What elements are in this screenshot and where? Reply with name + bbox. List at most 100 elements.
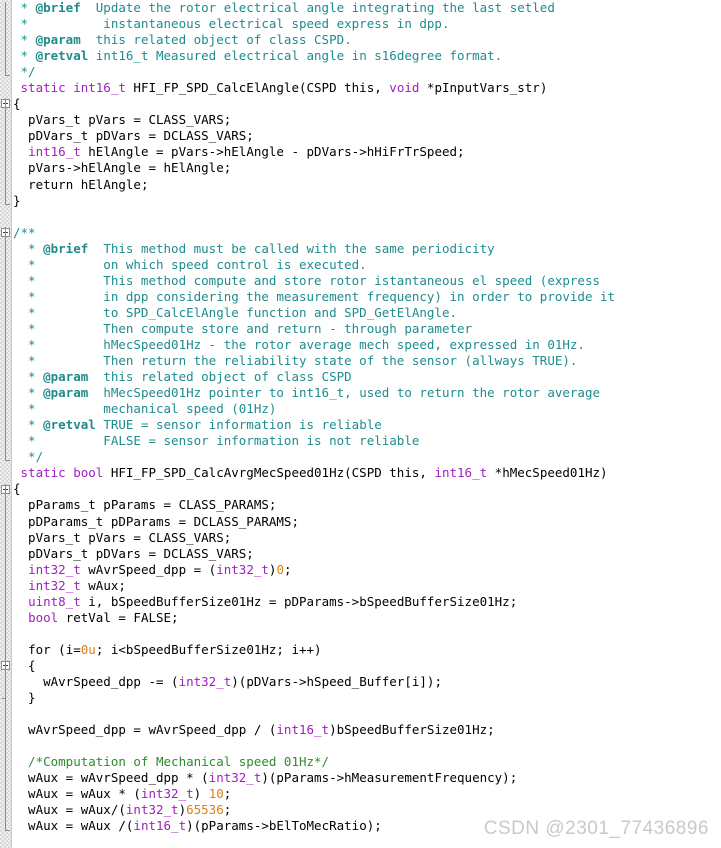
code-line[interactable]: pVars->hElAngle = hElAngle; [13, 160, 721, 176]
code-token: * instantaneous electrical speed express… [13, 16, 450, 32]
code-line[interactable]: wAux = wAux/(int32_t)65536; [13, 802, 721, 818]
code-token: 0 [276, 561, 284, 577]
code-line[interactable]: * Then return the reliability state of t… [13, 353, 721, 369]
code-line[interactable]: * @param this related object of class CS… [13, 369, 721, 385]
code-line[interactable]: wAux = wAvrSpeed_dpp * (int32_t)(pParams… [13, 770, 721, 786]
code-line[interactable]: int32_t wAvrSpeed_dpp = (int32_t)0; [13, 562, 721, 578]
code-line[interactable]: { [13, 658, 721, 674]
code-token: static int16_t [13, 80, 126, 96]
code-line[interactable]: * instantaneous electrical speed express… [13, 16, 721, 32]
code-line[interactable]: * @param hMecSpeed01Hz pointer to int16_… [13, 385, 721, 401]
code-line[interactable]: * mechanical speed (01Hz) [13, 401, 721, 417]
code-content[interactable]: * @brief Update the rotor electrical ang… [13, 0, 721, 834]
code-line[interactable]: wAvrSpeed_dpp = wAvrSpeed_dpp / (int16_t… [13, 722, 721, 738]
code-line[interactable]: * to SPD_CalcElAngle function and SPD_Ge… [13, 305, 721, 321]
code-line[interactable]: wAux = wAux * (int32_t) 10; [13, 786, 721, 802]
code-token: } [13, 192, 21, 208]
code-line[interactable]: * Then compute store and return - throug… [13, 321, 721, 337]
code-token: pDParams_t pDParams = DCLASS_PARAMS; [13, 513, 299, 529]
fold-region-cap [5, 75, 10, 77]
code-token: wAux; [80, 577, 126, 593]
code-token: * [13, 240, 44, 256]
fold-region-line [5, 226, 10, 462]
code-line[interactable]: pParams_t pParams = CLASS_PARAMS; [13, 497, 721, 513]
code-token: ; [283, 561, 292, 577]
code-line[interactable] [13, 706, 721, 722]
code-token: *pInputVars_str) [419, 80, 548, 96]
code-token: int16_t [276, 722, 330, 738]
code-line[interactable]: pDVars_t pDVars = DCLASS_VARS; [13, 546, 721, 562]
code-token: * mechanical speed (01Hz) [13, 401, 277, 417]
code-line[interactable]: /*Computation of Mechanical speed 01Hz*/ [13, 754, 721, 770]
code-line[interactable]: pVars_t pVars = CLASS_VARS; [13, 530, 721, 546]
code-token: pDVars_t pDVars = DCLASS_VARS; [13, 128, 254, 144]
code-line[interactable]: } [13, 690, 721, 706]
code-token: int32_t [28, 577, 81, 593]
code-token: i, bSpeedBufferSize01Hz = pDParams->bSpe… [80, 593, 518, 609]
code-token: hElAngle = pVars->hElAngle - pDVars->hHi… [80, 144, 465, 160]
code-line[interactable]: */ [13, 64, 721, 80]
code-line[interactable]: { [13, 96, 721, 112]
code-token: pVars_t pVars = CLASS_VARS; [13, 112, 232, 128]
code-token: { [13, 96, 21, 112]
code-token: return [28, 176, 74, 192]
code-token: * hMecSpeed01Hz - the rotor average mech… [13, 336, 585, 352]
code-line[interactable]: wAvrSpeed_dpp -= (int32_t)(pDVars->hSpee… [13, 674, 721, 690]
code-line[interactable]: pVars_t pVars = CLASS_VARS; [13, 112, 721, 128]
code-line[interactable]: for (i=0u; i<bSpeedBufferSize01Hz; i++) [13, 642, 721, 658]
fold-region-line [5, 98, 10, 205]
code-token: )(pDVars->hSpeed_Buffer[i]); [231, 673, 442, 689]
code-line[interactable]: * @param this related object of class CS… [13, 32, 721, 48]
code-line[interactable]: pDParams_t pDParams = DCLASS_PARAMS; [13, 514, 721, 530]
code-line[interactable]: int32_t wAux; [13, 578, 721, 594]
code-line[interactable]: /** [13, 225, 721, 241]
code-token: @param [43, 385, 89, 401]
code-line[interactable]: pDVars_t pDVars = DCLASS_VARS; [13, 128, 721, 144]
code-line[interactable]: * in dpp considering the measurement fre… [13, 289, 721, 305]
code-token: (i= [50, 641, 81, 657]
code-token: int32_t [208, 770, 262, 786]
code-token: wAux = wAux * ( [13, 786, 141, 802]
code-line[interactable]: static bool HFI_FP_SPD_CalcAvrgMecSpeed0… [13, 465, 721, 481]
code-line[interactable]: int16_t hElAngle = pVars->hElAngle - pDV… [13, 144, 721, 160]
code-token: int32_t [125, 802, 179, 818]
code-token: int32_t [140, 786, 194, 802]
code-line[interactable]: * @brief This method must be called with… [13, 241, 721, 257]
code-line[interactable] [13, 209, 721, 225]
code-token: } [13, 690, 36, 706]
code-token: ; [223, 802, 232, 818]
code-token: retVal = FALSE; [58, 609, 179, 625]
code-line[interactable]: */ [13, 449, 721, 465]
code-token: * [13, 32, 36, 48]
code-token: * [13, 385, 44, 401]
code-editor[interactable]: * @brief Update the rotor electrical ang… [0, 0, 721, 848]
fold-region-cap [5, 829, 10, 831]
code-line[interactable] [13, 738, 721, 754]
code-line[interactable]: * @retval int16_t Measured electrical an… [13, 48, 721, 64]
code-line[interactable]: * @retval TRUE = sensor information is r… [13, 417, 721, 433]
code-line[interactable]: * FALSE = sensor information is not reli… [13, 433, 721, 449]
code-line[interactable]: static int16_t HFI_FP_SPD_CalcElAngle(CS… [13, 80, 721, 96]
code-line[interactable]: return hElAngle; [13, 177, 721, 193]
code-line[interactable]: uint8_t i, bSpeedBufferSize01Hz = pDPara… [13, 594, 721, 610]
code-token: 10 [208, 786, 224, 802]
code-line[interactable] [13, 626, 721, 642]
code-token: Update the rotor electrical angle integr… [80, 0, 555, 15]
code-line[interactable]: * This method compute and store rotor is… [13, 273, 721, 289]
code-token: This method must be called with the same… [88, 240, 495, 256]
code-token: wAvrSpeed_dpp = wAvrSpeed_dpp / ( [13, 722, 277, 738]
code-line[interactable]: * @brief Update the rotor electrical ang… [13, 0, 721, 16]
code-line[interactable]: bool retVal = FALSE; [13, 610, 721, 626]
code-token: wAvrSpeed_dpp -= ( [13, 673, 179, 689]
code-line[interactable]: * on which speed control is executed. [13, 257, 721, 273]
code-line[interactable]: { [13, 481, 721, 497]
fold-gutter[interactable] [0, 0, 12, 848]
code-token: ; i<bSpeedBufferSize01Hz; i++) [95, 641, 322, 657]
code-line[interactable]: } [13, 193, 721, 209]
code-token: uint8_t [28, 593, 81, 609]
code-line[interactable]: * hMecSpeed01Hz - the rotor average mech… [13, 337, 721, 353]
